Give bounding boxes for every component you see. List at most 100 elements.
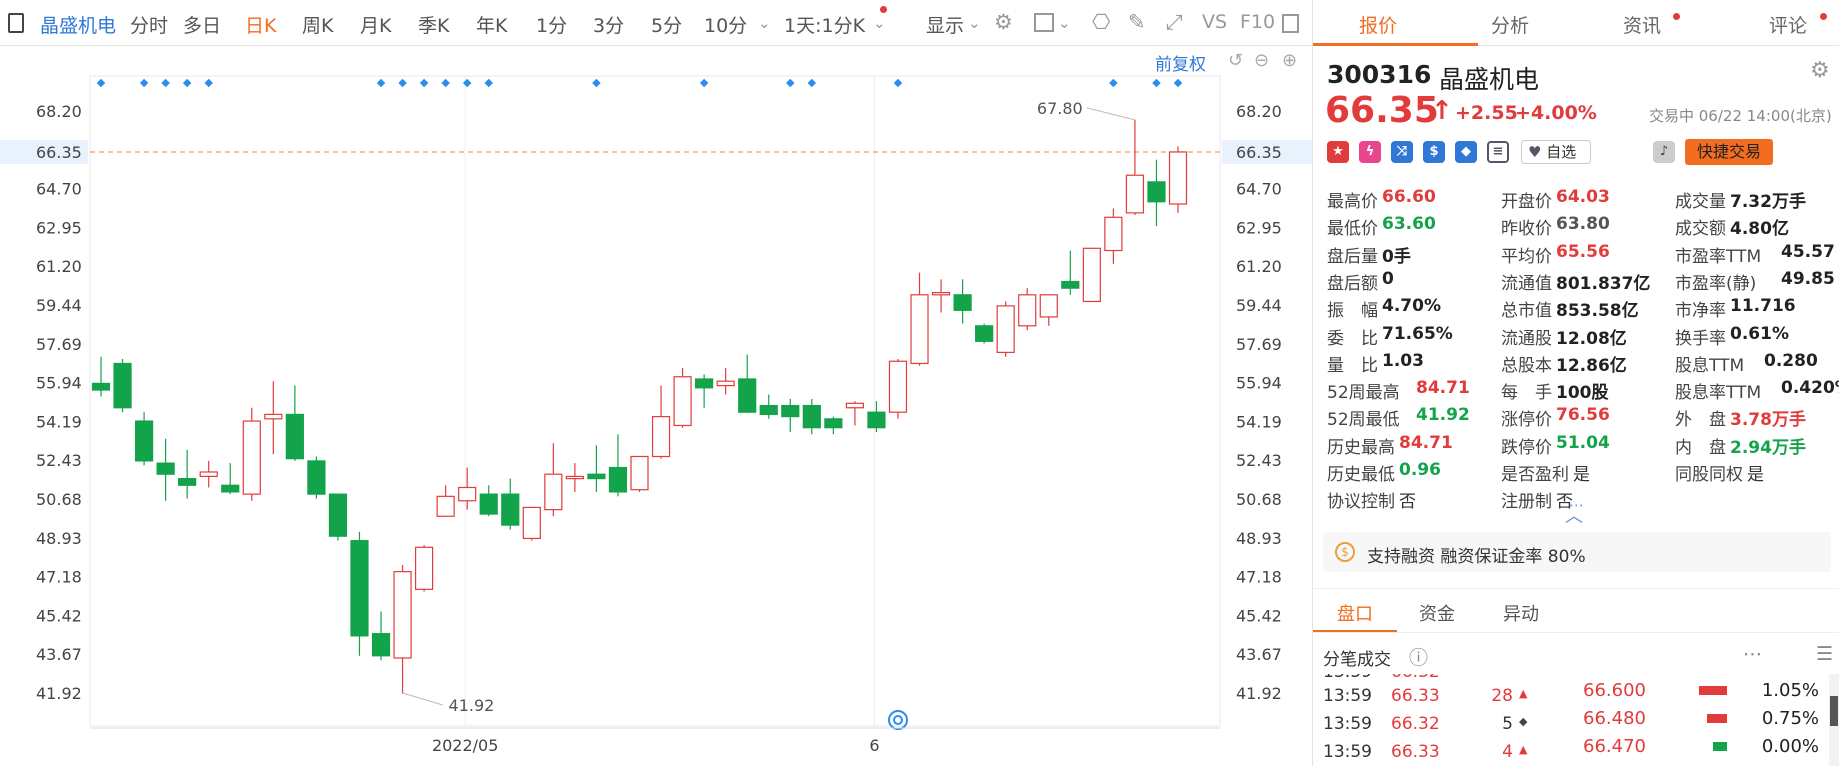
trade-price: 66.32 bbox=[1391, 714, 1440, 734]
list-view-icon[interactable]: ☰ bbox=[1816, 643, 1833, 665]
tab-period-week-k[interactable]: 周K bbox=[302, 11, 333, 38]
tab-period-3min[interactable]: 3分 bbox=[593, 11, 624, 38]
tab-period-month-k[interactable]: 月K bbox=[360, 11, 391, 38]
event-dot-marker bbox=[398, 78, 407, 88]
tab-order-book[interactable]: 盘口 bbox=[1337, 600, 1373, 626]
adjust-mode-button[interactable]: 前复权 bbox=[1155, 50, 1206, 75]
stat-label: 振 幅 bbox=[1327, 301, 1378, 322]
fullscreen-icon[interactable]: ⤢ bbox=[1166, 10, 1183, 35]
event-dot-marker bbox=[96, 78, 106, 88]
trade-time: 13:59 bbox=[1323, 742, 1372, 762]
tab-analysis[interactable]: 分析 bbox=[1491, 11, 1529, 38]
tab-period-year-k[interactable]: 年K bbox=[476, 11, 507, 38]
trade-price-clipped: 66.32 bbox=[1391, 674, 1440, 682]
stat-label: 最低价 bbox=[1327, 219, 1378, 240]
panel-toggle-icon[interactable] bbox=[1282, 14, 1299, 33]
tab-anomaly[interactable]: 异动 bbox=[1503, 600, 1539, 626]
stat-value: 63.80 bbox=[1556, 214, 1610, 235]
more-options-icon[interactable]: ⋯ bbox=[1743, 643, 1762, 665]
gear-icon[interactable]: ⚙ bbox=[994, 10, 1013, 34]
zoom-out-icon[interactable]: ⊖ bbox=[1254, 50, 1269, 71]
scrollbar-track[interactable] bbox=[1829, 674, 1839, 766]
stock-app: 晶盛机电 分时 多日 日K 周K 月K 季K 年K 1分 3分 5分 10分 ⌄… bbox=[0, 0, 1839, 766]
tab-period-season-k[interactable]: 季K bbox=[418, 11, 449, 38]
f10-button[interactable]: F10 bbox=[1240, 11, 1275, 33]
event-dot-marker bbox=[807, 78, 817, 88]
chevron-up-icon[interactable]: ︿ bbox=[1565, 502, 1583, 528]
kline-chart[interactable]: 68.20 68.20 66.35 66.35 64.70 64.70 62.95 62.95… bbox=[0, 46, 1312, 766]
stat-label: 市盈率TTM bbox=[1675, 246, 1762, 267]
y-tick-label-left: 41.92 bbox=[36, 684, 82, 703]
info-icon[interactable]: ⓘ bbox=[1409, 643, 1428, 670]
tab-funds[interactable]: 资金 bbox=[1419, 600, 1455, 626]
trade-time: 13:59 bbox=[1323, 686, 1372, 706]
document-icon[interactable]: ≡ bbox=[1487, 141, 1509, 163]
y-tick-label-left: 55.94 bbox=[36, 374, 82, 393]
stat-value: 否 bbox=[1399, 492, 1416, 513]
event-dot-marker bbox=[484, 78, 493, 88]
lightning-icon[interactable]: ϟ bbox=[1359, 141, 1381, 163]
trades-list[interactable]: 13:59 66.32 13:5966.3328▲13:5966.325◆13:… bbox=[1313, 674, 1839, 766]
tab-period-5min[interactable]: 5分 bbox=[651, 11, 682, 38]
event-dot-marker bbox=[462, 78, 472, 88]
candle-body bbox=[371, 633, 391, 657]
candle-body bbox=[1168, 151, 1188, 205]
trade-price: 66.33 bbox=[1391, 742, 1440, 762]
rectangle-draw-icon[interactable] bbox=[1034, 13, 1054, 32]
chevron-down-icon[interactable]: ⌄ bbox=[873, 14, 886, 32]
low-annotation-label: 41.92 bbox=[449, 696, 495, 715]
candle-body bbox=[651, 416, 671, 458]
stat-value: 65.56 bbox=[1556, 241, 1610, 262]
y-tick-label-left: 52.43 bbox=[36, 451, 82, 470]
stat-label: 市盈率(静) bbox=[1675, 273, 1757, 294]
notification-dot bbox=[1820, 13, 1827, 20]
arrow-up-icon: ↑ bbox=[1431, 96, 1453, 126]
y-tick-label-right: 68.20 bbox=[1236, 102, 1282, 121]
high-annotation-line bbox=[1086, 107, 1136, 121]
candle-body bbox=[845, 402, 865, 409]
y-tick-label-left: 66.35 bbox=[36, 143, 82, 162]
tab-quote[interactable]: 报价 bbox=[1359, 11, 1397, 38]
scrollbar-thumb[interactable] bbox=[1830, 696, 1838, 726]
stat-value: 801.837亿 bbox=[1556, 273, 1651, 294]
pencil-icon[interactable]: ✎ bbox=[1128, 10, 1146, 34]
candle-body bbox=[522, 506, 541, 540]
tag-icon[interactable]: ◆ bbox=[1455, 141, 1477, 163]
tab-period-duori[interactable]: 多日 bbox=[183, 11, 221, 38]
reset-icon[interactable]: ↺ bbox=[1228, 50, 1243, 71]
stat-label: 昨收价 bbox=[1501, 219, 1552, 240]
candle-body bbox=[350, 540, 369, 637]
chevron-down-icon[interactable]: ⌄ bbox=[758, 14, 771, 32]
dollar-icon[interactable]: $ bbox=[1423, 141, 1445, 163]
tab-period-1min[interactable]: 1分 bbox=[536, 11, 567, 38]
add-favorite-button[interactable]: ♥ 自选 bbox=[1521, 140, 1591, 164]
range-select[interactable]: 1天:1分K bbox=[784, 11, 865, 38]
candle-body bbox=[888, 360, 908, 413]
bell-icon[interactable]: ♪ bbox=[1653, 141, 1675, 163]
tab-news[interactable]: 资讯 bbox=[1623, 11, 1661, 38]
shuffle-icon[interactable]: ⤨ bbox=[1391, 141, 1413, 163]
stat-value: 7.32万手 bbox=[1730, 192, 1806, 212]
y-tick-label-left: 64.70 bbox=[36, 180, 82, 199]
gear-icon[interactable]: ⚙ bbox=[1810, 58, 1830, 83]
tab-period-fenshi[interactable]: 分时 bbox=[130, 11, 168, 38]
compare-vs-button[interactable]: VS bbox=[1202, 11, 1227, 33]
candle-body bbox=[759, 404, 778, 416]
y-tick-label-right: 64.70 bbox=[1236, 180, 1282, 199]
tab-period-day-k[interactable]: 日K bbox=[245, 11, 276, 38]
tab-comments[interactable]: 评论 bbox=[1769, 11, 1807, 38]
chevron-down-icon[interactable]: ⌄ bbox=[968, 14, 981, 32]
camera-icon[interactable]: ⎔ bbox=[1092, 10, 1110, 34]
sidebar-toggle-icon[interactable] bbox=[8, 13, 24, 33]
zoom-in-icon[interactable]: ⊕ bbox=[1282, 50, 1297, 71]
chevron-down-icon[interactable]: ⌄ bbox=[1058, 14, 1071, 32]
display-menu[interactable]: 显示 bbox=[926, 11, 964, 38]
tab-period-10min[interactable]: 10分 bbox=[704, 11, 747, 38]
candle-body bbox=[328, 493, 348, 537]
active-tab-underline bbox=[1313, 43, 1478, 46]
event-dot-marker bbox=[139, 78, 149, 88]
stat-value: 66.60 bbox=[1382, 187, 1436, 207]
quick-trade-button[interactable]: 快捷交易 bbox=[1685, 139, 1773, 165]
candle-body bbox=[264, 413, 283, 420]
stat-label: 52周最低 bbox=[1327, 410, 1400, 431]
